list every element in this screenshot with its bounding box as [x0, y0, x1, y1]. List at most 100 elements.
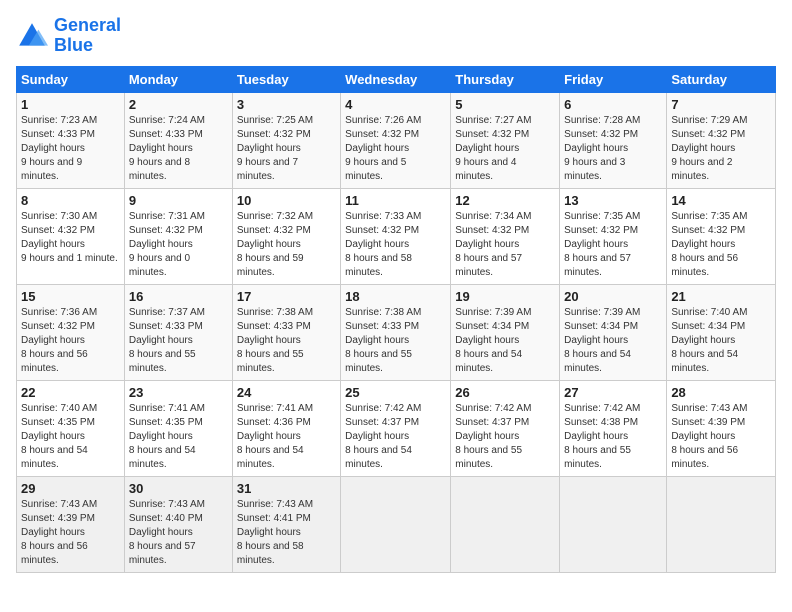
day-info: Sunrise: 7:35 AM Sunset: 4:32 PM Dayligh…	[671, 210, 771, 280]
calendar-day-cell: 28 Sunrise: 7:43 AM Sunset: 4:39 PM Dayl…	[667, 380, 776, 476]
day-info: Sunrise: 7:39 AM Sunset: 4:34 PM Dayligh…	[564, 306, 662, 376]
calendar-table: SundayMondayTuesdayWednesdayThursdayFrid…	[16, 66, 776, 573]
calendar-day-cell: 16 Sunrise: 7:37 AM Sunset: 4:33 PM Dayl…	[124, 284, 232, 380]
page-header: General Blue	[16, 16, 776, 56]
day-number: 30	[129, 481, 228, 496]
calendar-day-cell	[560, 476, 667, 572]
day-number: 22	[21, 385, 120, 400]
weekday-header: Sunday	[17, 66, 125, 92]
day-number: 25	[345, 385, 446, 400]
day-number: 4	[345, 97, 446, 112]
day-info: Sunrise: 7:29 AM Sunset: 4:32 PM Dayligh…	[671, 114, 771, 184]
calendar-day-cell	[451, 476, 560, 572]
calendar-week-row: 29 Sunrise: 7:43 AM Sunset: 4:39 PM Dayl…	[17, 476, 776, 572]
calendar-day-cell: 3 Sunrise: 7:25 AM Sunset: 4:32 PM Dayli…	[232, 92, 340, 188]
calendar-day-cell: 27 Sunrise: 7:42 AM Sunset: 4:38 PM Dayl…	[560, 380, 667, 476]
weekday-header: Thursday	[451, 66, 560, 92]
calendar-day-cell: 5 Sunrise: 7:27 AM Sunset: 4:32 PM Dayli…	[451, 92, 560, 188]
day-info: Sunrise: 7:30 AM Sunset: 4:32 PM Dayligh…	[21, 210, 120, 266]
day-info: Sunrise: 7:40 AM Sunset: 4:35 PM Dayligh…	[21, 402, 120, 472]
day-info: Sunrise: 7:43 AM Sunset: 4:40 PM Dayligh…	[129, 498, 228, 568]
calendar-day-cell: 1 Sunrise: 7:23 AM Sunset: 4:33 PM Dayli…	[17, 92, 125, 188]
calendar-day-cell: 20 Sunrise: 7:39 AM Sunset: 4:34 PM Dayl…	[560, 284, 667, 380]
day-info: Sunrise: 7:32 AM Sunset: 4:32 PM Dayligh…	[237, 210, 336, 280]
weekday-header: Tuesday	[232, 66, 340, 92]
day-number: 26	[455, 385, 555, 400]
calendar-day-cell: 24 Sunrise: 7:41 AM Sunset: 4:36 PM Dayl…	[232, 380, 340, 476]
logo: General Blue	[16, 16, 121, 56]
calendar-day-cell: 21 Sunrise: 7:40 AM Sunset: 4:34 PM Dayl…	[667, 284, 776, 380]
calendar-day-cell: 18 Sunrise: 7:38 AM Sunset: 4:33 PM Dayl…	[341, 284, 451, 380]
day-info: Sunrise: 7:41 AM Sunset: 4:35 PM Dayligh…	[129, 402, 228, 472]
calendar-day-cell: 31 Sunrise: 7:43 AM Sunset: 4:41 PM Dayl…	[232, 476, 340, 572]
day-number: 20	[564, 289, 662, 304]
calendar-day-cell	[667, 476, 776, 572]
day-info: Sunrise: 7:27 AM Sunset: 4:32 PM Dayligh…	[455, 114, 555, 184]
calendar-day-cell: 19 Sunrise: 7:39 AM Sunset: 4:34 PM Dayl…	[451, 284, 560, 380]
day-info: Sunrise: 7:39 AM Sunset: 4:34 PM Dayligh…	[455, 306, 555, 376]
day-number: 18	[345, 289, 446, 304]
weekday-header: Wednesday	[341, 66, 451, 92]
weekday-header: Monday	[124, 66, 232, 92]
day-number: 5	[455, 97, 555, 112]
calendar-week-row: 8 Sunrise: 7:30 AM Sunset: 4:32 PM Dayli…	[17, 188, 776, 284]
day-number: 13	[564, 193, 662, 208]
day-number: 1	[21, 97, 120, 112]
day-number: 27	[564, 385, 662, 400]
calendar-day-cell	[341, 476, 451, 572]
calendar-day-cell: 17 Sunrise: 7:38 AM Sunset: 4:33 PM Dayl…	[232, 284, 340, 380]
calendar-day-cell: 25 Sunrise: 7:42 AM Sunset: 4:37 PM Dayl…	[341, 380, 451, 476]
page-container: General Blue SundayMondayTuesdayWednesda…	[0, 0, 792, 612]
day-info: Sunrise: 7:43 AM Sunset: 4:39 PM Dayligh…	[671, 402, 771, 472]
day-number: 3	[237, 97, 336, 112]
day-info: Sunrise: 7:25 AM Sunset: 4:32 PM Dayligh…	[237, 114, 336, 184]
calendar-day-cell: 12 Sunrise: 7:34 AM Sunset: 4:32 PM Dayl…	[451, 188, 560, 284]
day-info: Sunrise: 7:34 AM Sunset: 4:32 PM Dayligh…	[455, 210, 555, 280]
calendar-day-cell: 29 Sunrise: 7:43 AM Sunset: 4:39 PM Dayl…	[17, 476, 125, 572]
day-number: 8	[21, 193, 120, 208]
calendar-week-row: 1 Sunrise: 7:23 AM Sunset: 4:33 PM Dayli…	[17, 92, 776, 188]
day-info: Sunrise: 7:40 AM Sunset: 4:34 PM Dayligh…	[671, 306, 771, 376]
weekday-header: Friday	[560, 66, 667, 92]
calendar-day-cell: 23 Sunrise: 7:41 AM Sunset: 4:35 PM Dayl…	[124, 380, 232, 476]
calendar-day-cell: 26 Sunrise: 7:42 AM Sunset: 4:37 PM Dayl…	[451, 380, 560, 476]
day-number: 9	[129, 193, 228, 208]
day-info: Sunrise: 7:43 AM Sunset: 4:39 PM Dayligh…	[21, 498, 120, 568]
day-info: Sunrise: 7:43 AM Sunset: 4:41 PM Dayligh…	[237, 498, 336, 568]
day-number: 16	[129, 289, 228, 304]
day-info: Sunrise: 7:37 AM Sunset: 4:33 PM Dayligh…	[129, 306, 228, 376]
day-number: 17	[237, 289, 336, 304]
day-info: Sunrise: 7:38 AM Sunset: 4:33 PM Dayligh…	[345, 306, 446, 376]
calendar-day-cell: 4 Sunrise: 7:26 AM Sunset: 4:32 PM Dayli…	[341, 92, 451, 188]
day-info: Sunrise: 7:28 AM Sunset: 4:32 PM Dayligh…	[564, 114, 662, 184]
calendar-header-row: SundayMondayTuesdayWednesdayThursdayFrid…	[17, 66, 776, 92]
calendar-day-cell: 22 Sunrise: 7:40 AM Sunset: 4:35 PM Dayl…	[17, 380, 125, 476]
day-number: 24	[237, 385, 336, 400]
day-info: Sunrise: 7:36 AM Sunset: 4:32 PM Dayligh…	[21, 306, 120, 376]
day-info: Sunrise: 7:41 AM Sunset: 4:36 PM Dayligh…	[237, 402, 336, 472]
day-number: 21	[671, 289, 771, 304]
day-number: 23	[129, 385, 228, 400]
calendar-day-cell: 7 Sunrise: 7:29 AM Sunset: 4:32 PM Dayli…	[667, 92, 776, 188]
calendar-day-cell: 2 Sunrise: 7:24 AM Sunset: 4:33 PM Dayli…	[124, 92, 232, 188]
day-info: Sunrise: 7:38 AM Sunset: 4:33 PM Dayligh…	[237, 306, 336, 376]
calendar-day-cell: 10 Sunrise: 7:32 AM Sunset: 4:32 PM Dayl…	[232, 188, 340, 284]
day-number: 28	[671, 385, 771, 400]
logo-text: General Blue	[54, 16, 121, 56]
day-number: 7	[671, 97, 771, 112]
weekday-header: Saturday	[667, 66, 776, 92]
calendar-day-cell: 15 Sunrise: 7:36 AM Sunset: 4:32 PM Dayl…	[17, 284, 125, 380]
day-info: Sunrise: 7:31 AM Sunset: 4:32 PM Dayligh…	[129, 210, 228, 280]
day-number: 31	[237, 481, 336, 496]
day-info: Sunrise: 7:24 AM Sunset: 4:33 PM Dayligh…	[129, 114, 228, 184]
calendar-week-row: 15 Sunrise: 7:36 AM Sunset: 4:32 PM Dayl…	[17, 284, 776, 380]
day-info: Sunrise: 7:35 AM Sunset: 4:32 PM Dayligh…	[564, 210, 662, 280]
day-info: Sunrise: 7:42 AM Sunset: 4:37 PM Dayligh…	[345, 402, 446, 472]
day-number: 11	[345, 193, 446, 208]
day-info: Sunrise: 7:42 AM Sunset: 4:38 PM Dayligh…	[564, 402, 662, 472]
calendar-day-cell: 11 Sunrise: 7:33 AM Sunset: 4:32 PM Dayl…	[341, 188, 451, 284]
calendar-day-cell: 14 Sunrise: 7:35 AM Sunset: 4:32 PM Dayl…	[667, 188, 776, 284]
calendar-week-row: 22 Sunrise: 7:40 AM Sunset: 4:35 PM Dayl…	[17, 380, 776, 476]
day-number: 14	[671, 193, 771, 208]
calendar-day-cell: 8 Sunrise: 7:30 AM Sunset: 4:32 PM Dayli…	[17, 188, 125, 284]
